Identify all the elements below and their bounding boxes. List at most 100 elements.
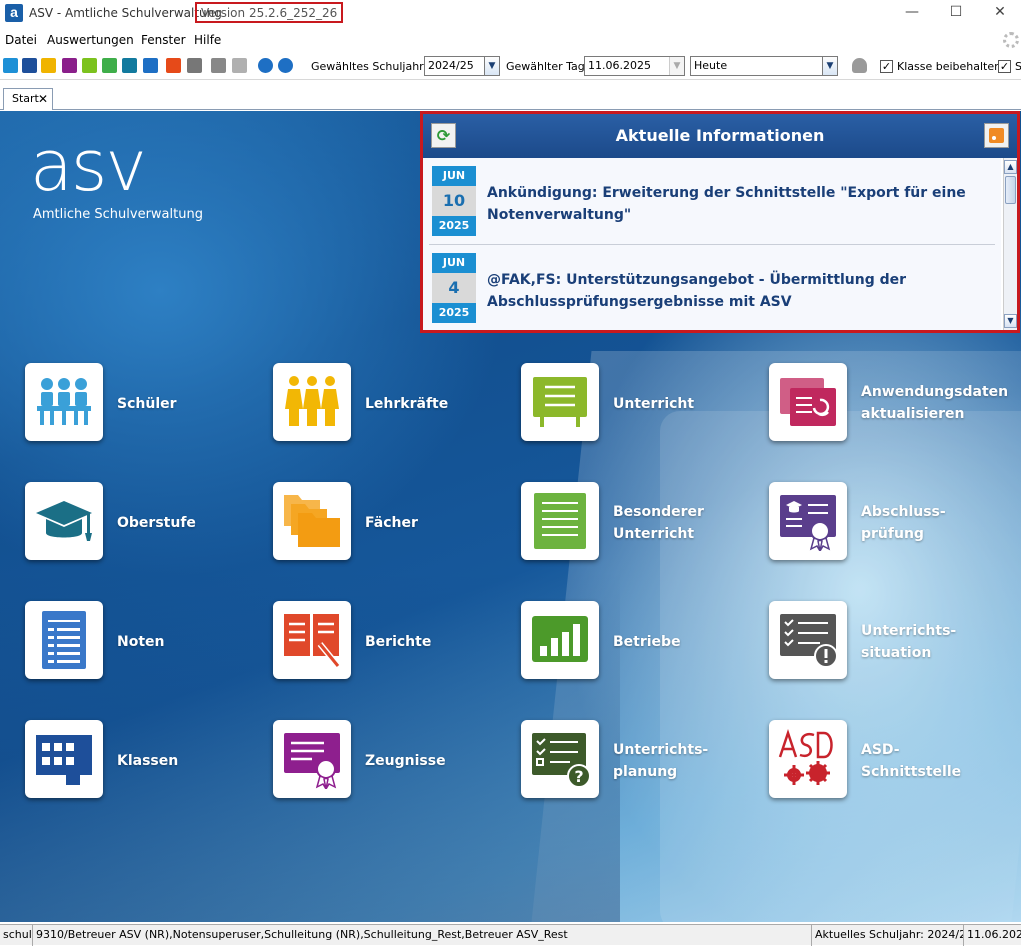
toolbar-grades-icon[interactable] <box>143 58 158 73</box>
schuljahr-label: Gewähltes Schuljahr <box>311 60 424 73</box>
status-roles: 9310/Betreuer ASV (NR),Notensuperuser,Sc… <box>33 925 812 946</box>
heute-select[interactable]: Heute ▼ <box>690 56 838 76</box>
loading-spinner-icon <box>1003 32 1019 48</box>
tile-betriebe-label[interactable]: Betriebe <box>613 631 681 653</box>
toolbar-book-icon[interactable] <box>166 58 181 73</box>
tile-unterrichtsplanung[interactable]: ? <box>521 720 599 798</box>
tag-date-field[interactable]: 11.06.2025 ▼ <box>584 56 685 76</box>
tile-betriebe[interactable] <box>521 601 599 679</box>
tile-anwendungsdaten[interactable] <box>769 363 847 441</box>
schuljahr-select[interactable]: 2024/25 ▼ <box>424 56 500 76</box>
news-day: 10 <box>432 186 476 216</box>
toolbar-id-card-icon[interactable] <box>22 58 37 73</box>
tile-abschlusspruefung[interactable] <box>769 482 847 560</box>
tile-klassen-label[interactable]: Klassen <box>117 750 178 772</box>
bar-chart-icon <box>532 616 588 662</box>
tab-start[interactable]: Start ✕ <box>3 88 53 110</box>
menu-auswertungen[interactable]: Auswertungen <box>47 33 134 47</box>
menu-hilfe[interactable]: Hilfe <box>194 33 221 47</box>
second-checkbox[interactable]: ✓ <box>998 60 1011 73</box>
tile-faecher-label[interactable]: Fächer <box>365 512 418 534</box>
tile-anwendungsdaten-label[interactable]: Anwendungsdaten aktualisieren <box>861 381 1011 425</box>
scroll-down-icon[interactable]: ▼ <box>1004 314 1017 328</box>
news-list: JUN 10 2025 Ankündigung: Erweiterung der… <box>423 158 1001 330</box>
news-item[interactable]: JUN 10 2025 Ankündigung: Erweiterung der… <box>429 162 995 246</box>
toolbar-help-icon[interactable] <box>278 58 293 73</box>
toolbar-students-icon[interactable] <box>3 58 18 73</box>
tile-lehrkraefte-label[interactable]: Lehrkräfte <box>365 393 448 415</box>
toolbar-chat-icon[interactable] <box>62 58 77 73</box>
toolbar-copy-icon[interactable] <box>211 58 226 73</box>
toolbar-cap-icon[interactable] <box>122 58 137 73</box>
tile-unterricht-label[interactable]: Unterricht <box>613 393 694 415</box>
tile-zeugnisse[interactable] <box>273 720 351 798</box>
schuljahr-value: 2024/25 <box>428 59 474 72</box>
rss-feed-icon[interactable] <box>984 123 1009 148</box>
folders-icon <box>284 495 340 547</box>
chevron-down-icon[interactable]: ▼ <box>822 57 837 75</box>
title-bar: a ASV - Amtliche Schulverwaltung Version… <box>0 0 1021 26</box>
toolbar-board-icon[interactable] <box>82 58 97 73</box>
news-title-link[interactable]: @FAK,FS: Unterstützungsangebot - Übermit… <box>487 269 987 313</box>
chevron-down-icon[interactable]: ▼ <box>484 57 499 75</box>
calendar-date-icon: JUN 10 2025 <box>432 166 476 238</box>
second-checkbox-label: S <box>1015 60 1021 73</box>
tile-abschlusspruefung-label[interactable]: Abschluss-prüfung <box>861 501 971 545</box>
tile-lehrkraefte[interactable] <box>273 363 351 441</box>
refresh-icon[interactable]: ⟳ <box>431 123 456 148</box>
lesson-board-icon <box>533 377 587 427</box>
toolbar-calc-icon[interactable] <box>187 58 202 73</box>
tile-noten-label[interactable]: Noten <box>117 631 165 653</box>
menu-datei[interactable]: Datei <box>5 33 37 47</box>
tile-zeugnisse-label[interactable]: Zeugnisse <box>365 750 446 772</box>
close-window-button[interactable]: ✕ <box>977 0 1021 26</box>
asv-logo: asv <box>30 125 147 207</box>
tile-oberstufe[interactable] <box>25 482 103 560</box>
tile-asd-schnittstelle-label[interactable]: ASD-Schnittstelle <box>861 739 971 783</box>
toolbar-teachers-icon[interactable] <box>41 58 56 73</box>
klasse-checkbox[interactable]: ✓ <box>880 60 893 73</box>
tile-berichte[interactable] <box>273 601 351 679</box>
news-month: JUN <box>432 166 476 186</box>
scroll-thumb[interactable] <box>1005 176 1016 204</box>
toolbar-info-icon[interactable] <box>258 58 273 73</box>
special-lesson-icon <box>534 493 586 549</box>
checklist-alert-icon <box>780 614 838 668</box>
news-item[interactable]: JUN 4 2025 @FAK,FS: Unterstützungsangebo… <box>429 249 995 330</box>
menu-fenster[interactable]: Fenster <box>141 33 186 47</box>
tile-unterricht[interactable] <box>521 363 599 441</box>
tile-oberstufe-label[interactable]: Oberstufe <box>117 512 196 534</box>
klasse-label: Klasse beibehalten <box>897 60 1002 73</box>
toolbar-list-icon[interactable] <box>102 58 117 73</box>
close-tab-icon[interactable]: ✕ <box>38 89 48 109</box>
start-page: asv Amtliche Schulverwaltung ⟳ Aktuelle … <box>0 111 1021 922</box>
students-icon <box>37 378 91 425</box>
planning-icon: ? <box>532 733 590 788</box>
tile-unterrichtssituation-label[interactable]: Unterrichts-situation <box>861 620 971 664</box>
news-scrollbar[interactable]: ▲ ▼ <box>1003 158 1017 330</box>
tile-besonderer-unterricht[interactable] <box>521 482 599 560</box>
tile-unterrichtsplanung-label[interactable]: Unterrichts-planung <box>613 739 723 783</box>
tile-noten[interactable] <box>25 601 103 679</box>
tile-faecher[interactable] <box>273 482 351 560</box>
update-data-icon <box>780 378 836 426</box>
tile-schueler-label[interactable]: Schüler <box>117 393 177 415</box>
news-year: 2025 <box>432 303 476 323</box>
tile-asd-schnittstelle[interactable] <box>769 720 847 798</box>
minimize-button[interactable]: — <box>889 0 935 26</box>
news-title-link[interactable]: Ankündigung: Erweiterung der Schnittstel… <box>487 182 987 226</box>
chevron-down-icon[interactable]: ▼ <box>669 57 684 75</box>
tag-label: Gewählter Tag <box>506 60 585 73</box>
status-date: 11.06.2025 <box>967 928 1021 941</box>
scroll-up-icon[interactable]: ▲ <box>1004 160 1017 174</box>
grades-icon <box>42 611 86 669</box>
tile-besonderer-unterricht-label[interactable]: Besonderer Unterricht <box>613 501 723 545</box>
toolbar-window-icon[interactable] <box>232 58 247 73</box>
tile-schueler[interactable] <box>25 363 103 441</box>
tile-berichte-label[interactable]: Berichte <box>365 631 431 653</box>
tile-klassen[interactable] <box>25 720 103 798</box>
tile-unterrichtssituation[interactable] <box>769 601 847 679</box>
status-user: schul <box>0 925 33 946</box>
toolbar-user-icon[interactable] <box>852 58 867 73</box>
maximize-button[interactable]: ☐ <box>933 0 979 26</box>
